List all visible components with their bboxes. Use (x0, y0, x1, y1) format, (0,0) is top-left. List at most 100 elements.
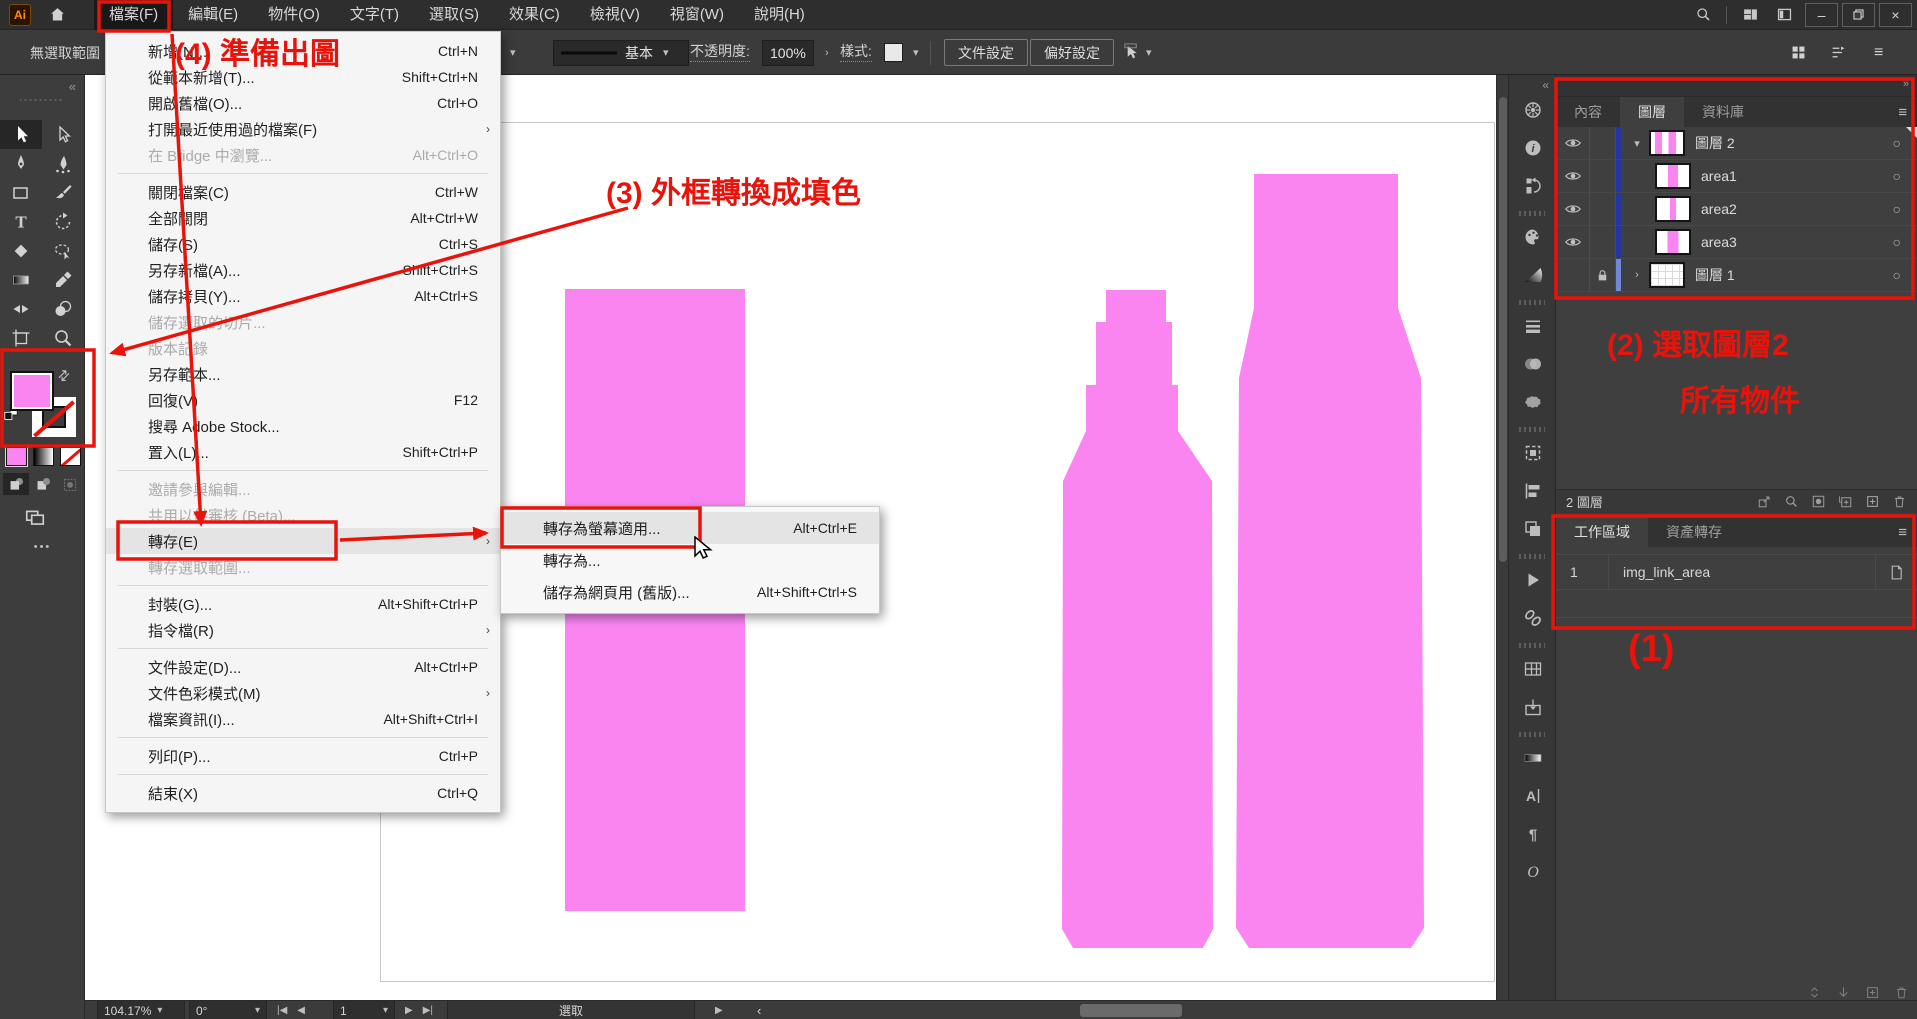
transparency-panel-icon[interactable] (1509, 347, 1557, 381)
shape-area3-bottle-large[interactable] (1236, 174, 1424, 948)
draw-behind-button[interactable] (30, 473, 56, 495)
export-submenu-item[interactable]: 轉存為... (501, 544, 879, 576)
file-menu-item[interactable]: 搜尋 Adobe Stock... (106, 413, 500, 439)
search-icon[interactable] (1784, 494, 1799, 509)
tab-資料庫[interactable]: 資料庫 (1684, 97, 1762, 127)
file-menu-item[interactable]: 關閉檔案(C)Ctrl+W (106, 179, 500, 205)
expand-chevron-icon[interactable]: › (1629, 269, 1645, 281)
zoom-level-field[interactable]: 104.17%▾ (97, 1001, 185, 1019)
lock-icon[interactable] (1590, 193, 1616, 225)
new-sublayer-icon[interactable] (1838, 494, 1853, 509)
rectangle-tool[interactable] (0, 178, 42, 207)
file-menu-item[interactable]: 開啟舊檔(O)...Ctrl+O (106, 90, 500, 116)
color-panel-icon[interactable] (1509, 220, 1557, 254)
target-circle-icon[interactable]: ○ (1893, 135, 1901, 151)
eraser-tool[interactable] (0, 236, 42, 265)
lock-icon[interactable] (1590, 160, 1616, 192)
style-label[interactable]: 樣式: (840, 42, 872, 62)
file-menu-item[interactable]: 轉存(E)› (106, 528, 500, 554)
file-menu-item[interactable]: 儲存(S)Ctrl+S (106, 231, 500, 257)
search-icon[interactable] (1686, 0, 1720, 30)
workflow-icon[interactable] (1830, 30, 1847, 75)
menubar-item-5[interactable]: 選取(S) (414, 0, 494, 30)
color-button[interactable] (6, 447, 27, 466)
expand-panel-icon[interactable]: » (1903, 78, 1909, 90)
gradient-button[interactable] (33, 447, 54, 466)
eyedropper-tool[interactable] (42, 265, 84, 294)
menubar-item-6[interactable]: 效果(C) (494, 0, 575, 30)
scroll-left-icon[interactable]: ‹ (757, 1001, 761, 1019)
export-submenu-item[interactable]: 轉存為螢幕適用...Alt+Ctrl+E (501, 512, 879, 544)
links-panel-icon[interactable] (1509, 601, 1557, 635)
gradient-bar-panel-icon[interactable] (1509, 741, 1557, 775)
align-glyphs-icon[interactable] (1790, 30, 1807, 75)
gradient-tool[interactable] (0, 265, 42, 294)
rotate-tool[interactable] (42, 207, 84, 236)
dock-grip[interactable] (1519, 554, 1545, 559)
preferences-button[interactable]: 偏好設定 (1030, 30, 1114, 75)
tab-內容[interactable]: 內容 (1556, 97, 1620, 127)
artboard-page-icon[interactable] (1875, 555, 1917, 589)
workspace-switcher-icon[interactable] (1733, 0, 1767, 30)
pathfinder-panel-icon[interactable] (1509, 512, 1557, 546)
paintbrush-tool[interactable] (42, 178, 84, 207)
dock-grip[interactable] (1519, 300, 1545, 305)
last-artboard-icon[interactable]: ▶| (423, 1005, 433, 1016)
layer-name[interactable]: area3 (1701, 234, 1737, 250)
actions-panel-icon[interactable] (1509, 563, 1557, 597)
status-play-icon[interactable]: ▶ (715, 1001, 723, 1019)
horizontal-scrollbar-thumb[interactable] (1080, 1004, 1182, 1017)
menubar-item-4[interactable]: 文字(T) (335, 0, 414, 30)
edit-toolbar-icon[interactable]: ••• (0, 541, 85, 553)
visibility-eye-icon[interactable] (1556, 127, 1590, 159)
paragraph-panel-icon[interactable]: ¶ (1509, 817, 1557, 851)
layer-thumbnail[interactable] (1649, 130, 1685, 156)
layer-name[interactable]: 圖層 1 (1695, 265, 1735, 285)
selection-panel-panel-icon[interactable] (1509, 385, 1557, 419)
lock-icon[interactable] (1590, 259, 1616, 291)
file-menu-item[interactable]: 新增(N)...Ctrl+N (106, 38, 500, 64)
layer-row-area2[interactable]: area2○ (1556, 193, 1917, 226)
dock-grip[interactable] (1519, 732, 1545, 737)
menubar-item-9[interactable]: 說明(H) (739, 0, 820, 30)
opacity-label[interactable]: 不透明度: (690, 42, 750, 62)
lock-icon[interactable] (1590, 226, 1616, 258)
direct-selection-tool[interactable] (42, 120, 84, 149)
vertical-scrollbar[interactable] (1496, 75, 1508, 1000)
appearance-panel-icon[interactable]: O (1509, 855, 1557, 889)
panel-menu-icon[interactable]: ≡ (1898, 104, 1907, 121)
none-button[interactable] (60, 447, 81, 466)
artboard-frame-panel-icon[interactable] (1509, 436, 1557, 470)
new-layer-icon[interactable] (1865, 494, 1880, 509)
layer-thumbnail[interactable] (1649, 262, 1685, 288)
menubar-item-2[interactable]: 編輯(E) (173, 0, 253, 30)
layer-row-圖層 2[interactable]: ▾圖層 2○ (1556, 127, 1917, 160)
file-menu-item[interactable]: 全部關閉Alt+Ctrl+W (106, 205, 500, 231)
artboard-number-field[interactable]: 1▾ (333, 1001, 395, 1019)
stroke-panel-icon[interactable] (1509, 309, 1557, 343)
artboard-tool[interactable] (0, 323, 42, 352)
type-tool[interactable]: T (0, 207, 42, 236)
screen-mode-icon[interactable] (22, 507, 48, 534)
history-panel-icon[interactable] (1509, 169, 1557, 203)
rotation-field[interactable]: 0°▾ (189, 1001, 267, 1019)
panel-menu-icon[interactable]: ≡ (1874, 30, 1883, 75)
arrange-documents-icon[interactable] (1767, 0, 1801, 30)
delete-icon[interactable] (1892, 494, 1907, 509)
menubar-item-3[interactable]: 物件(O) (253, 0, 335, 30)
file-menu-item[interactable]: 回復(V)F12 (106, 387, 500, 413)
visibility-eye-icon[interactable] (1556, 226, 1590, 258)
collapse-dock-icon[interactable]: « (1542, 78, 1549, 92)
layer-row-area3[interactable]: area3○ (1556, 226, 1917, 259)
file-menu-item[interactable]: 文件設定(D)...Alt+Ctrl+P (106, 654, 500, 680)
gradient-wedge-panel-icon[interactable] (1509, 258, 1557, 292)
width-tool[interactable] (0, 294, 42, 323)
file-menu-item[interactable]: 指令檔(R)› (106, 617, 500, 643)
stroke-preset-field[interactable]: 基本 ▾ (553, 30, 689, 75)
window-minimize-button[interactable]: – (1805, 3, 1838, 27)
info-panel-icon[interactable]: i (1509, 131, 1557, 165)
file-menu-item[interactable]: 另存範本... (106, 361, 500, 387)
hidden-dropdown-chevron[interactable]: ▾ (505, 30, 516, 75)
draw-normal-button[interactable] (3, 473, 29, 495)
tab-圖層[interactable]: 圖層 (1620, 97, 1684, 127)
